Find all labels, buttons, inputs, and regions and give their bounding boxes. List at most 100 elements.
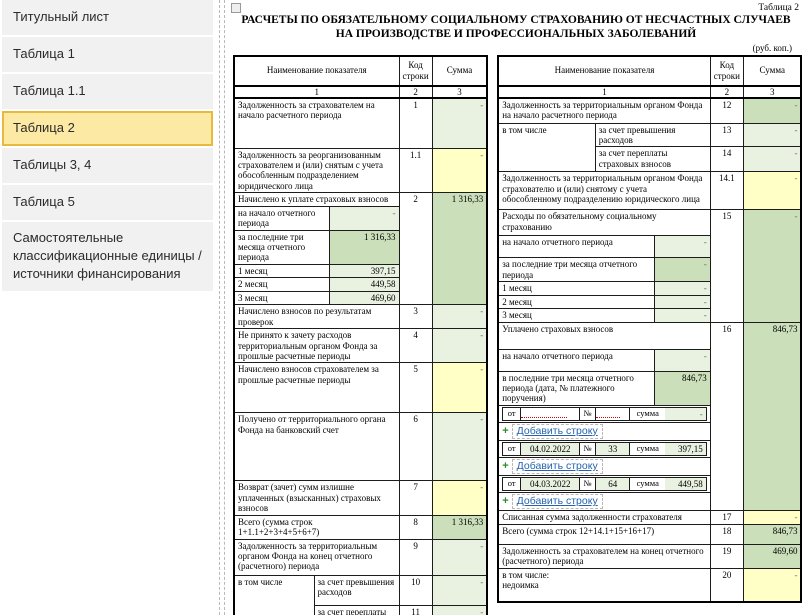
form-tables: Наименование показателя Код строки Сумма… xyxy=(233,54,806,615)
sum-cell[interactable]: - xyxy=(431,362,488,414)
row-label: в последние три месяца отчетного периода… xyxy=(497,370,655,406)
row-code: 19 xyxy=(709,543,744,569)
sidebar-item-table-2[interactable]: Таблица 2 xyxy=(2,111,213,146)
col-number: 3 xyxy=(431,85,488,100)
sum-cell[interactable]: - xyxy=(431,412,488,482)
sidebar-item-label: Таблица 1.1 xyxy=(13,83,86,99)
row-code: 10 xyxy=(398,574,433,606)
add-row-area: + Добавить строку xyxy=(497,421,711,442)
sum-cell[interactable]: - xyxy=(742,209,802,323)
row-label: за счет превышения расходов xyxy=(594,122,711,148)
page-title: РАСЧЕТЫ ПО ОБЯЗАТЕЛЬНОМУ СОЦИАЛЬНОМУ СТР… xyxy=(226,14,806,41)
add-icon: + xyxy=(502,495,509,508)
col-header-sum: Сумма xyxy=(431,55,488,87)
sum-cell[interactable]: - xyxy=(742,122,802,148)
payment-date-field[interactable] xyxy=(520,407,581,420)
row-code: 11 xyxy=(398,604,433,615)
sum-cell[interactable]: 1 316,33 xyxy=(431,514,488,540)
sum-cell[interactable]: - xyxy=(431,538,488,576)
row-label: Расходы по обязательному социальному стр… xyxy=(497,209,711,237)
sidebar-item-table-1-1[interactable]: Таблица 1.1 xyxy=(2,74,213,109)
row-label-line2: недоимка xyxy=(502,580,539,591)
row-code: 13 xyxy=(709,122,744,148)
sum-cell[interactable]: 1 316,33 xyxy=(431,192,488,306)
sum-cell[interactable]: 846,73 xyxy=(742,321,802,512)
sub-value-cell[interactable]: 846,73 xyxy=(653,370,711,406)
row-code: 15 xyxy=(709,209,744,323)
sum-cell[interactable]: - xyxy=(431,147,488,194)
row-code: 14.1 xyxy=(709,171,744,211)
sum-cell[interactable]: - xyxy=(742,97,802,124)
row-code: 20 xyxy=(709,567,744,603)
payment-amount-field[interactable]: 397,15 xyxy=(665,443,706,456)
payment-date-field[interactable]: 04.03.2022 xyxy=(520,478,581,491)
col-number: 2 xyxy=(709,85,744,100)
sum-cell[interactable]: - xyxy=(431,480,488,516)
payment-amount-field[interactable]: - xyxy=(665,407,706,420)
sub-value-cell[interactable]: - xyxy=(653,235,711,259)
row-code: 8 xyxy=(398,514,433,540)
col-header-name: Наименование показателя xyxy=(497,55,711,87)
sub-value-cell[interactable]: - xyxy=(653,348,711,372)
row-code: 7 xyxy=(398,480,433,516)
col-header-code: Код строки xyxy=(709,55,744,87)
add-row-area: + Добавить строку xyxy=(497,457,711,477)
sidebar-item-title-page[interactable]: Титульный лист xyxy=(2,0,213,35)
sum-cell[interactable]: - xyxy=(431,328,488,364)
sum-cell[interactable]: - xyxy=(742,171,802,211)
sum-cell[interactable]: - xyxy=(742,146,802,173)
sub-value-cell[interactable]: - xyxy=(653,308,711,323)
page-title-line1: РАСЧЕТЫ ПО ОБЯЗАТЕЛЬНОМУ СОЦИАЛЬНОМУ СТР… xyxy=(241,14,791,27)
add-row-link[interactable]: Добавить строку xyxy=(511,423,603,440)
sum-cell[interactable]: - xyxy=(742,567,802,603)
add-row-link[interactable]: Добавить строку xyxy=(511,459,603,475)
sub-value-cell[interactable]: 1 316,33 xyxy=(328,229,400,265)
sub-value-cell[interactable]: 469,60 xyxy=(328,290,400,306)
sidebar-item-classification-units[interactable]: Самостоятельные классификационные единиц… xyxy=(2,222,213,291)
row-label: за счет переплаты страховых взносов xyxy=(313,604,400,615)
sidebar-item-table-1[interactable]: Таблица 1 xyxy=(2,37,213,72)
add-row-link[interactable]: Добавить строку xyxy=(511,494,603,510)
row-label: Начислено взносов по результатам проверо… xyxy=(233,304,400,330)
sub-value-cell[interactable]: - xyxy=(653,281,711,296)
row-code: 1.1 xyxy=(398,147,433,194)
sum-cell[interactable]: - xyxy=(431,97,488,149)
payment-sum-label: сумма xyxy=(636,478,659,489)
row-label: за счет переплаты страховых взносов xyxy=(594,146,711,173)
sub-value-cell[interactable]: - xyxy=(653,257,711,283)
add-icon: + xyxy=(502,425,509,438)
row-label: Задолженность за страхователем на конец … xyxy=(497,543,711,569)
payment-number-field[interactable]: 33 xyxy=(595,443,631,456)
sub-value-cell[interactable]: 397,15 xyxy=(328,263,400,279)
payment-number-label: № xyxy=(583,443,592,454)
row-label: на начало отчетного периода xyxy=(497,348,655,372)
row-code: 1 xyxy=(398,97,433,149)
sub-value-cell[interactable]: - xyxy=(653,294,711,310)
sum-cell[interactable]: - xyxy=(431,604,488,615)
row-label: в том числе xyxy=(233,574,315,615)
payment-number-field[interactable]: 64 xyxy=(595,478,631,491)
row-label: на начало отчетного периода xyxy=(497,235,655,259)
row-code: 2 xyxy=(398,192,433,306)
payment-amount-field[interactable]: 449,58 xyxy=(665,478,706,491)
col-number: 2 xyxy=(398,85,433,100)
payment-row: от № сумма - xyxy=(497,404,711,423)
payment-from-label: от xyxy=(507,407,516,418)
sub-value-cell[interactable]: - xyxy=(328,205,400,231)
payment-from-label: от xyxy=(507,478,516,489)
sum-cell[interactable]: - xyxy=(742,510,802,525)
table-corner-label: Таблица 2 xyxy=(758,3,799,13)
payment-number-field[interactable] xyxy=(595,407,631,420)
sum-cell[interactable]: - xyxy=(431,304,488,330)
row-code: 14 xyxy=(709,146,744,173)
sum-cell[interactable]: 469,60 xyxy=(742,543,802,569)
row-code: 17 xyxy=(709,510,744,525)
payment-date-field[interactable]: 04.02.2022 xyxy=(520,443,581,456)
sum-cell[interactable]: 846,73 xyxy=(742,523,802,545)
sum-cell[interactable]: - xyxy=(431,574,488,606)
col-header-code: Код строки xyxy=(398,55,433,87)
sub-value-cell[interactable]: 449,58 xyxy=(328,277,400,292)
sidebar-item-table-5[interactable]: Таблица 5 xyxy=(2,185,213,220)
left-table: Наименование показателя Код строки Сумма… xyxy=(233,54,489,615)
sidebar-item-tables-3-4[interactable]: Таблицы 3, 4 xyxy=(2,148,213,183)
